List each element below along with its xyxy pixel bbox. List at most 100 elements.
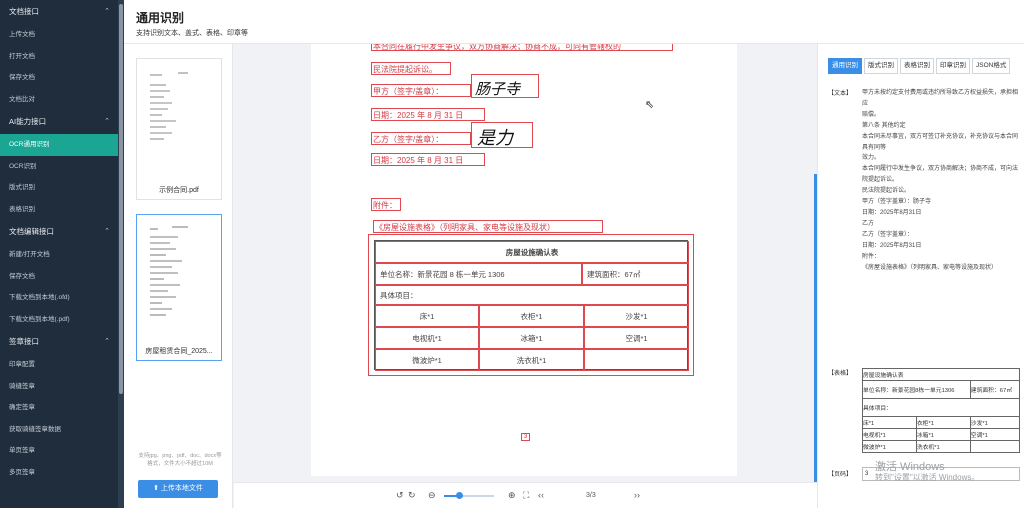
table-cell: 具体项目： bbox=[375, 285, 689, 305]
upload-label: 上传本地文件 bbox=[160, 485, 203, 492]
text-line: 本合同未尽事宜，双方可签订补充协议，补充协议与本合同具有同等 bbox=[862, 133, 1019, 151]
sidebar-item-ocr[interactable]: OCR识别 bbox=[0, 156, 124, 178]
sidebar-item-ocr-general[interactable]: OCR通用识别 bbox=[0, 134, 124, 156]
table-cell: 沙发*1 bbox=[969, 416, 1021, 429]
sidebar-item-single-seal[interactable]: 单页签章 bbox=[0, 440, 124, 462]
thumbnail-page bbox=[142, 221, 216, 331]
text-line: 甲方（签字盖章）：肠子寺 bbox=[862, 199, 932, 206]
mouse-cursor-icon: ⇖ bbox=[645, 99, 655, 111]
tab-general[interactable]: 通用识别 bbox=[828, 58, 862, 74]
rotate-left-icon[interactable]: ↺ bbox=[396, 490, 404, 501]
upload-icon: ⬆ bbox=[153, 485, 161, 492]
text-line: 效力。 bbox=[862, 155, 881, 162]
ocr-box bbox=[373, 220, 603, 233]
table-cell: 房屋设施确认表 bbox=[862, 368, 1020, 381]
ocr-table-box: 房屋设施确认表 单位名称：新景花园 8 栋一单元 1306 建筑面积：67㎡ 具… bbox=[368, 234, 694, 376]
sidebar-section-doc[interactable]: 文档接口 ⌃ bbox=[0, 0, 124, 24]
thumbnail-item[interactable]: 示例合同.pdf bbox=[136, 58, 222, 200]
table-cell: 床*1 bbox=[375, 305, 479, 327]
text-line: 赔偿。 bbox=[862, 111, 881, 118]
table-row: 具体项目： bbox=[862, 398, 1020, 417]
thumbnail-page bbox=[142, 65, 216, 175]
scrollbar-thumb[interactable] bbox=[119, 4, 123, 394]
page-marker: 3 bbox=[521, 433, 531, 441]
chevron-up-icon: ⌃ bbox=[104, 8, 110, 15]
sidebar-item-confirm-seal[interactable]: 确定签章 bbox=[0, 397, 124, 419]
thumbnail-item-selected[interactable]: 房屋租赁合同_2025... bbox=[136, 214, 222, 361]
document-viewer[interactable]: 本合同在履行中发生争议，双方协商解决；协商不成，可向有管辖权的 民法院提起诉讼。… bbox=[234, 44, 817, 482]
tab-json[interactable]: JSON格式 bbox=[972, 58, 1011, 74]
sidebar-item-download-ofd[interactable]: 下载文档到本地(.ofd) bbox=[0, 287, 124, 309]
zoom-out-icon[interactable]: ⊖ bbox=[428, 490, 436, 501]
table-cell: 衣柜*1 bbox=[915, 416, 971, 429]
sidebar-item-download-pdf[interactable]: 下载文档到本地(.pdf) bbox=[0, 309, 124, 331]
sidebar-item-save[interactable]: 保存文档 bbox=[0, 67, 124, 89]
table-cell: 电视机*1 bbox=[375, 327, 479, 349]
upload-button[interactable]: ⬆ 上传本地文件 bbox=[138, 480, 218, 498]
table-cell: 建筑面积：67㎡ bbox=[969, 380, 1021, 399]
table-cell: 建筑面积：67㎡ bbox=[582, 263, 689, 285]
table-row: 电视机*1 冰箱*1 空调*1 bbox=[862, 428, 1021, 441]
section-label: 签章接口 bbox=[9, 337, 39, 346]
fit-page-icon[interactable]: ⛶ bbox=[523, 490, 529, 501]
next-page-icon[interactable]: ›› bbox=[634, 490, 640, 500]
sidebar-item-cross-seal[interactable]: 骑缝签章 bbox=[0, 376, 124, 398]
ocr-box bbox=[371, 153, 485, 166]
sidebar-section-sign[interactable]: 签章接口 ⌃ bbox=[0, 330, 124, 354]
text-label: 【文本】 bbox=[828, 91, 853, 97]
sidebar: 文档接口 ⌃ 上传文档 打开文档 保存文档 文档比对 AI能力接口 ⌃ OCR通用识… bbox=[0, 0, 124, 508]
text-line: 第八条 其他约定 bbox=[862, 122, 906, 129]
chevron-up-icon: ⌃ bbox=[104, 118, 110, 125]
ocr-box bbox=[371, 132, 471, 145]
table-cell: 空调*1 bbox=[969, 428, 1021, 441]
zoom-slider-handle[interactable] bbox=[456, 492, 463, 499]
table-title: 房屋设施确认表 bbox=[375, 241, 689, 263]
ocr-box bbox=[371, 62, 451, 75]
upload-hint: 支持jpg、png、pdf、doc、docx等格式，文件大小不超过10M bbox=[138, 453, 222, 467]
chevron-up-icon: ⌃ bbox=[104, 338, 110, 345]
table-cell: 冰箱*1 bbox=[915, 428, 971, 441]
ocr-box bbox=[371, 108, 485, 121]
watermark-subtitle: 转到"设置"以激活 Windows。 bbox=[875, 473, 980, 482]
sidebar-item-table[interactable]: 表格识别 bbox=[0, 199, 124, 221]
text-line: 乙方 bbox=[862, 220, 875, 227]
section-label: 文档编辑接口 bbox=[9, 227, 54, 236]
sidebar-section-ai[interactable]: AI能力接口 ⌃ bbox=[0, 110, 124, 134]
rotate-right-icon[interactable]: ↻ bbox=[408, 490, 416, 501]
sidebar-section-edit[interactable]: 文档编辑接口 ⌃ bbox=[0, 220, 124, 244]
sidebar-item-multi-seal[interactable]: 多页签章 bbox=[0, 462, 124, 484]
page-label: 【页码】 bbox=[828, 472, 853, 478]
sidebar-item-seal-config[interactable]: 印章配置 bbox=[0, 354, 124, 376]
thumbnail-panel: 示例合同.pdf 房屋租赁合同_2025... 支持jpg、png、pdf、do… bbox=[124, 44, 233, 508]
tab-seal[interactable]: 印章识别 bbox=[936, 58, 970, 74]
result-panel: 通用识别 版式识别 表格识别 印章识别 JSON格式 【文本】 甲方未按约定支付… bbox=[817, 44, 1024, 508]
zoom-in-icon[interactable]: ⊕ bbox=[508, 490, 516, 501]
sidebar-item-save-doc[interactable]: 保存文档 bbox=[0, 266, 124, 288]
text-line: 日期：2025年8月31日 bbox=[862, 242, 922, 249]
sidebar-item-get-seal-data[interactable]: 获取骑缝签章数据 bbox=[0, 419, 124, 441]
sidebar-item-layout[interactable]: 版式识别 bbox=[0, 177, 124, 199]
prev-page-icon[interactable]: ‹‹ bbox=[538, 490, 544, 500]
app-root: 文档接口 ⌃ 上传文档 打开文档 保存文档 文档比对 AI能力接口 ⌃ OCR通用识… bbox=[0, 0, 1024, 508]
tab-layout[interactable]: 版式识别 bbox=[864, 58, 898, 74]
page-subtitle: 支持识别文本、盖式、表格、印章等 bbox=[136, 30, 248, 37]
sidebar-item-open[interactable]: 打开文档 bbox=[0, 46, 124, 68]
table-cell bbox=[584, 349, 689, 371]
sidebar-item-upload[interactable]: 上传文档 bbox=[0, 24, 124, 46]
document-page: 本合同在履行中发生争议，双方协商解决；协商不成，可向有管辖权的 民法院提起诉讼。… bbox=[311, 44, 737, 476]
tab-table[interactable]: 表格识别 bbox=[900, 58, 934, 74]
table-cell: 洗衣机*1 bbox=[915, 440, 971, 453]
ocr-box bbox=[371, 198, 401, 211]
table-cell: 冰箱*1 bbox=[479, 327, 584, 349]
result-table: 房屋设施确认表 单位名称：新景花园8栋一单元1306 建筑面积：67㎡ 具体项目：… bbox=[862, 368, 1021, 453]
table-cell: 电视机*1 bbox=[862, 428, 917, 441]
page-preview bbox=[150, 226, 188, 316]
table-row: 床*1 衣柜*1 沙发*1 bbox=[862, 416, 1021, 429]
text-line: 本合同履行中发生争议，双方协商解决；协商不成，可向法院提起诉讼。 bbox=[862, 166, 1019, 184]
table-cell: 具体项目： bbox=[862, 398, 1020, 417]
sidebar-item-compare[interactable]: 文档比对 bbox=[0, 89, 124, 111]
sidebar-item-new[interactable]: 新建/打开文档 bbox=[0, 244, 124, 266]
table-cell: 沙发*1 bbox=[584, 305, 689, 327]
ocr-box bbox=[471, 74, 539, 98]
table-row: 微波炉*1 洗衣机*1 bbox=[862, 440, 1021, 453]
